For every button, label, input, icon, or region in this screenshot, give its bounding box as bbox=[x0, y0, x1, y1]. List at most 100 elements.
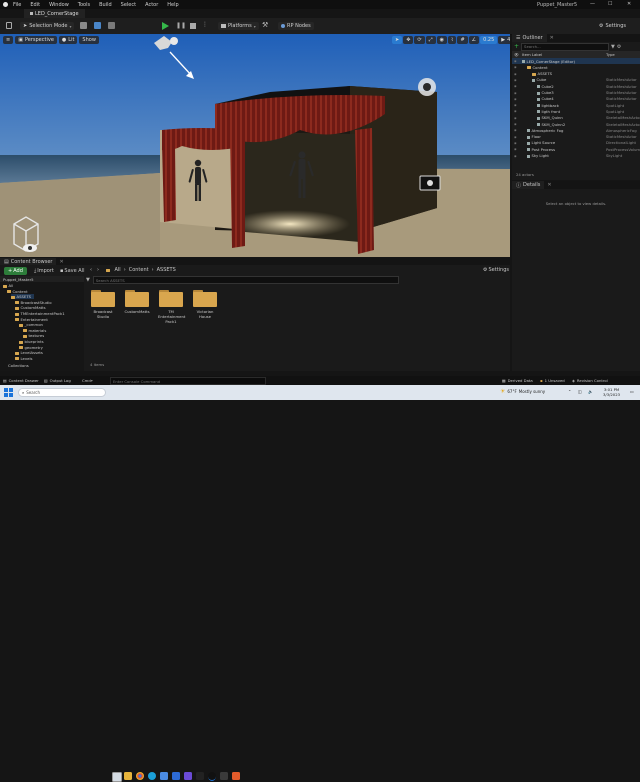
clock[interactable]: 3:01 PM 3/3/2023 bbox=[603, 387, 620, 397]
save-icon[interactable] bbox=[6, 22, 12, 29]
content-drawer-button[interactable]: ▤ Content Drawer bbox=[3, 378, 39, 383]
camera-speed-button[interactable]: ▶ 4 bbox=[498, 36, 510, 44]
visibility-icon[interactable]: ◉ bbox=[514, 72, 517, 76]
close-icon[interactable]: ✕ bbox=[627, 1, 631, 7]
outliner-row[interactable]: ◉ SKM_Quinn2 SkeletalMeshActor bbox=[512, 121, 640, 127]
back-icon[interactable]: ‹ bbox=[90, 267, 92, 273]
show-button[interactable]: Show bbox=[79, 36, 99, 44]
folder-tree-item[interactable]: blueprints bbox=[19, 339, 44, 344]
outliner-row[interactable]: ◉ Content bbox=[512, 64, 640, 70]
weather-widget[interactable]: ☀ 67°F Mostly sunny bbox=[500, 388, 545, 395]
menu-window[interactable]: Window bbox=[49, 2, 69, 8]
content-toolbar-icon[interactable] bbox=[80, 22, 87, 29]
grid-snap-icon[interactable]: # bbox=[457, 36, 468, 44]
platforms-button[interactable]: Platforms ▾ bbox=[218, 22, 259, 30]
folder-tree-item[interactable]: textures bbox=[23, 333, 44, 338]
menu-file[interactable]: File bbox=[13, 2, 21, 8]
visibility-icon[interactable]: ◉ bbox=[514, 116, 517, 120]
app-icon-2[interactable] bbox=[196, 772, 204, 780]
visibility-icon[interactable]: ◉ bbox=[514, 78, 517, 82]
play-icon[interactable] bbox=[162, 22, 169, 30]
outliner-row[interactable]: ◉ ASSETS bbox=[512, 71, 640, 77]
asset-tile[interactable]: Victorian House bbox=[192, 290, 218, 319]
folder-tree-item[interactable]: _common bbox=[19, 322, 43, 327]
visibility-icon[interactable]: ◉ bbox=[514, 135, 517, 139]
outliner-row[interactable]: ◉ Light Source DirectionalLight bbox=[512, 140, 640, 146]
outliner-search-input[interactable] bbox=[521, 42, 610, 51]
asset-search-input[interactable] bbox=[92, 276, 399, 284]
outliner-col-label[interactable]: Item Label bbox=[522, 52, 542, 57]
volume-icon[interactable]: 🔈 bbox=[588, 389, 593, 394]
folder-tree-item[interactable]: Levels bbox=[15, 356, 33, 361]
move-tool-icon[interactable]: ✥ bbox=[403, 36, 414, 44]
visibility-icon[interactable]: ◉ bbox=[514, 122, 517, 126]
folder-tree-item[interactable]: All bbox=[3, 283, 13, 288]
visibility-icon[interactable]: ◉ bbox=[514, 154, 517, 158]
visibility-icon[interactable]: ◉ bbox=[514, 91, 517, 95]
close-icon[interactable]: ✕ bbox=[550, 35, 554, 41]
menu-select[interactable]: Select bbox=[121, 2, 136, 8]
visibility-icon[interactable]: ◉ bbox=[514, 65, 517, 69]
console-command-input[interactable] bbox=[110, 377, 266, 385]
content-settings-button[interactable]: ⚙ Settings bbox=[483, 267, 509, 273]
chrome-icon[interactable] bbox=[136, 772, 144, 780]
lit-button[interactable]: ● Lit bbox=[58, 36, 78, 44]
folder-tree-item[interactable]: LevelAssets bbox=[15, 350, 43, 355]
outliner-row[interactable]: ◉ ligth front SpotLight bbox=[512, 108, 640, 114]
content-browser-tab[interactable]: ▤ Content Browser bbox=[0, 258, 57, 265]
revision-control-button[interactable]: ◈ Revision Control bbox=[572, 378, 608, 383]
mail-icon[interactable] bbox=[172, 772, 180, 780]
collections-header[interactable]: Collections bbox=[8, 363, 29, 368]
outliner-row[interactable]: ◉ Cube3 StaticMeshActor bbox=[512, 90, 640, 96]
tray-chevron-icon[interactable]: ⌃ bbox=[568, 389, 571, 394]
edge-icon[interactable] bbox=[148, 772, 156, 780]
task-view-icon[interactable] bbox=[112, 772, 122, 782]
folder-tree-item[interactable]: BroadcastStudio bbox=[15, 300, 52, 305]
menu-help[interactable]: Help bbox=[167, 2, 178, 8]
visibility-icon[interactable]: ◉ bbox=[514, 141, 517, 145]
folder-tree-item[interactable]: Content bbox=[7, 289, 28, 294]
output-log-button[interactable]: ▥ Output Log bbox=[44, 378, 71, 383]
outliner-row[interactable]: ◉ LED_CornerStage (Editor) bbox=[512, 58, 640, 65]
close-icon[interactable]: ✕ bbox=[547, 182, 551, 188]
folder-tree-item[interactable]: Entertainment bbox=[15, 317, 48, 322]
select-tool-icon[interactable]: ➤ bbox=[392, 36, 403, 44]
rotate-tool-icon[interactable]: ⟳ bbox=[414, 36, 425, 44]
outliner-row[interactable]: ◉ lightback SpotLight bbox=[512, 102, 640, 108]
outliner-row[interactable]: ◉ Post Process PostProcessVolume bbox=[512, 146, 640, 152]
stop-icon[interactable] bbox=[190, 23, 196, 29]
level-viewport[interactable]: ≡ ▣ Perspective ● Lit Show ➤ ✥ ⟳ ⤢ ◉ ⌇ #… bbox=[0, 34, 510, 257]
asset-tile[interactable]: TM Entertainment Pack1 bbox=[158, 290, 185, 324]
filter-icon[interactable]: ▼ bbox=[86, 277, 90, 283]
outliner-row[interactable]: ◉ Sky Light SkyLight bbox=[512, 153, 640, 159]
camera-gizmo-icon[interactable] bbox=[419, 175, 441, 191]
app-icon-3[interactable] bbox=[220, 772, 228, 780]
perspective-button[interactable]: ▣ Perspective bbox=[15, 36, 57, 44]
rotation-snap-icon[interactable]: ∠ bbox=[468, 36, 480, 44]
add-icon[interactable]: + bbox=[514, 43, 519, 50]
breadcrumb-all[interactable]: All bbox=[115, 267, 121, 273]
level-tab[interactable]: LED_CornerStage bbox=[24, 9, 85, 18]
outliner-row[interactable]: ◉ Atmospheric Fog AtmosphericFog bbox=[512, 127, 640, 133]
visibility-icon[interactable]: ◉ bbox=[514, 147, 517, 151]
breadcrumb-assets[interactable]: ASSETS bbox=[157, 267, 176, 273]
unsaved-button[interactable]: ▪ 1 Unsaved bbox=[540, 378, 565, 383]
scale-snap-button[interactable]: 0.25 bbox=[480, 36, 498, 44]
folder-tree-item[interactable]: ASSETS bbox=[11, 294, 35, 300]
folder-tree-item[interactable]: geometry bbox=[19, 345, 43, 350]
derived-data-button[interactable]: ▦ Derived Data bbox=[502, 378, 533, 383]
outliner-row[interactable]: ◉ Cube2 StaticMeshActor bbox=[512, 83, 640, 89]
file-explorer-icon[interactable] bbox=[124, 772, 132, 780]
scale-tool-icon[interactable]: ⤢ bbox=[425, 36, 436, 44]
surface-snap-icon[interactable]: ⌇ bbox=[448, 36, 457, 44]
menu-build[interactable]: Build bbox=[99, 2, 112, 8]
visibility-icon[interactable]: ◉ bbox=[514, 59, 517, 63]
folder-tree-item[interactable]: materials bbox=[23, 328, 46, 333]
import-button[interactable]: ⤓ Import bbox=[32, 267, 56, 275]
maximize-icon[interactable]: ☐ bbox=[608, 1, 612, 7]
pause-icon[interactable]: ❚❚ bbox=[176, 22, 186, 29]
menu-edit[interactable]: Edit bbox=[30, 2, 40, 8]
unreal-taskbar-icon[interactable] bbox=[208, 772, 216, 781]
outliner-row[interactable]: ◉ Cube StaticMeshActor bbox=[512, 77, 640, 83]
visibility-icon[interactable]: ◉ bbox=[514, 109, 517, 113]
